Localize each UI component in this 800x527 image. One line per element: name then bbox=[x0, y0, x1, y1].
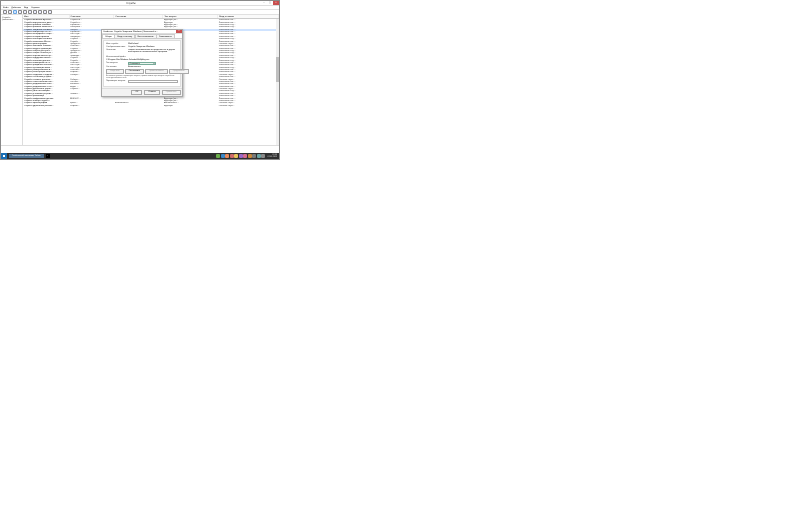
startup-type-select[interactable]: Отключена▾ bbox=[128, 62, 156, 65]
lbl-state: Состояние: bbox=[106, 66, 128, 68]
val-description: Защита пользователей от вредоносных и др… bbox=[128, 49, 178, 55]
lbl-service-name: Имя службы: bbox=[106, 43, 128, 45]
val-exe-path: C:\Program Files\Windows Defender\MsMpEn… bbox=[106, 59, 178, 61]
lbl-params: Параметры запуска: bbox=[106, 80, 128, 83]
tab-recovery[interactable]: Восстановление bbox=[135, 34, 157, 38]
scrollbar[interactable] bbox=[276, 19, 279, 145]
chevron-down-icon: ▾ bbox=[153, 63, 154, 65]
lbl-exe-path: Исполняемый файл: bbox=[106, 56, 128, 58]
cell bbox=[114, 105, 163, 107]
stop-button[interactable]: Остановить bbox=[125, 69, 144, 74]
params-input[interactable] bbox=[128, 80, 178, 83]
export-icon[interactable] bbox=[23, 10, 27, 14]
taskbar-item-search[interactable]: Глобальный поисковик Yahoo bbox=[9, 154, 44, 159]
resume-button: Продолжить bbox=[169, 69, 189, 74]
pause-button: Приостановить bbox=[145, 69, 168, 74]
tab-logon[interactable]: Вход в систему bbox=[114, 34, 135, 38]
properties-icon[interactable] bbox=[13, 10, 17, 14]
start-service-icon[interactable] bbox=[33, 10, 37, 14]
forward-icon[interactable] bbox=[8, 10, 12, 14]
val-service-name: WinDefend bbox=[128, 43, 178, 45]
refresh-icon[interactable] bbox=[18, 10, 22, 14]
lbl-startup-type: Тип запуска: bbox=[106, 62, 128, 65]
back-icon[interactable] bbox=[3, 10, 7, 14]
dialog-title: Свойства: Служба Защитник Windows (Локал… bbox=[102, 31, 176, 33]
tray-icon[interactable] bbox=[230, 154, 234, 158]
lbl-display-name: Отображаемое имя: bbox=[106, 46, 128, 48]
clock[interactable]: 22:5307.01.2015 bbox=[266, 154, 277, 159]
service-row[interactable]: Службы удалённых рабочи…Разреш… ВручнуюСе… bbox=[23, 105, 279, 107]
scrollbar-thumb[interactable] bbox=[276, 57, 279, 82]
tray-icon[interactable] bbox=[216, 154, 220, 158]
menu-view[interactable]: Вид bbox=[24, 7, 28, 9]
help-icon[interactable] bbox=[28, 10, 32, 14]
apply-button: Применить bbox=[162, 90, 181, 95]
cancel-button[interactable]: Отмена bbox=[144, 90, 159, 95]
lbl-description: Описание: bbox=[106, 49, 128, 55]
params-hint: Вы можете указать параметры запуска, при… bbox=[106, 75, 178, 79]
restart-service-icon[interactable] bbox=[48, 10, 52, 14]
window-title: Службы bbox=[1, 2, 261, 5]
tray-icon[interactable] bbox=[234, 154, 238, 158]
val-state: Выполняется bbox=[128, 66, 178, 68]
taskbar: Глобальный поисковик Yahoo ◐ 22:5307.01.… bbox=[1, 153, 279, 159]
service-properties-dialog: Свойства: Служба Защитник Windows (Локал… bbox=[101, 29, 183, 97]
tray-icon[interactable] bbox=[252, 154, 256, 158]
close-button[interactable]: ✕ bbox=[273, 1, 279, 5]
statusbar bbox=[1, 145, 279, 149]
menu-action[interactable]: Действие bbox=[11, 7, 21, 9]
tray-icon[interactable] bbox=[243, 154, 247, 158]
dialog-close-button[interactable]: ✕ bbox=[176, 30, 182, 34]
tray-icon[interactable] bbox=[239, 154, 243, 158]
tab-general[interactable]: Общие bbox=[102, 34, 115, 38]
val-display-name: Служба Защитник Windows bbox=[128, 46, 178, 48]
start-button[interactable] bbox=[1, 153, 7, 159]
windows-icon bbox=[3, 155, 6, 158]
menu-file[interactable]: Файл bbox=[3, 7, 8, 9]
stop-service-icon[interactable] bbox=[38, 10, 42, 14]
menu-help[interactable]: Справка bbox=[31, 7, 40, 9]
taskbar-item-cortana[interactable]: ◐ bbox=[46, 154, 50, 159]
start-button: Запустить bbox=[106, 69, 124, 74]
tray-icon[interactable] bbox=[257, 154, 261, 158]
tab-dependencies[interactable]: Зависимости bbox=[156, 34, 175, 38]
tray-icon[interactable] bbox=[261, 154, 265, 158]
tray-icon[interactable] bbox=[221, 154, 225, 158]
tray-icon[interactable] bbox=[225, 154, 229, 158]
cell: Разреш… bbox=[69, 105, 114, 107]
cell: Вручную bbox=[163, 105, 218, 107]
tree-root[interactable]: Службы (локальны… bbox=[2, 16, 21, 21]
tray-icon[interactable] bbox=[248, 154, 252, 158]
dialog-tabs: Общие Вход в систему Восстановление Зави… bbox=[102, 34, 182, 39]
tree-pane: Службы (локальны… bbox=[1, 15, 23, 145]
cell: Службы удалённых рабочи… bbox=[23, 105, 69, 107]
cell: Сетевая служ… bbox=[218, 105, 279, 107]
ok-button[interactable]: ОК bbox=[131, 90, 142, 95]
services-window: Службы ─ ▢ ✕ Файл Действие Вид Справка С… bbox=[0, 0, 280, 160]
pause-service-icon[interactable] bbox=[43, 10, 47, 14]
